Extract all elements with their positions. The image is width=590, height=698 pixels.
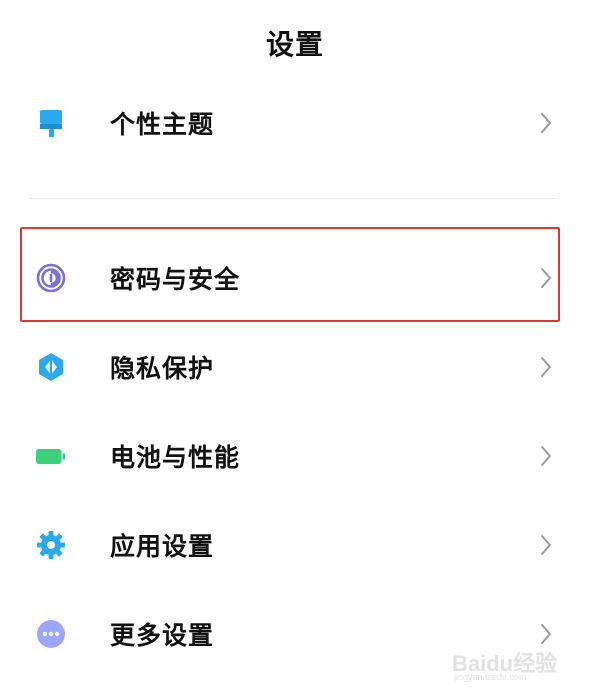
fingerprint-icon	[36, 263, 66, 293]
menu-item-label: 个性主题	[110, 110, 215, 139]
baidu-jingyan-watermark: Baidu经验 jingyan.baidu.com	[452, 644, 582, 684]
menu-item-privacy[interactable]: 隐私保护	[0, 332, 590, 402]
page-title: 设置	[265, 28, 324, 61]
menu-item-theme[interactable]: 个性主题	[0, 88, 590, 158]
menu-item-label: 更多设置	[110, 621, 215, 650]
section-divider	[30, 198, 558, 199]
gear-icon	[36, 530, 66, 560]
chevron-right-icon	[538, 622, 554, 646]
menu-item-app-settings[interactable]: 应用设置	[0, 510, 590, 580]
brush-icon	[36, 108, 66, 138]
chevron-right-icon	[538, 533, 554, 557]
chevron-right-icon	[538, 111, 554, 135]
chevron-right-icon	[538, 266, 554, 290]
privacy-shield-icon	[36, 352, 66, 382]
more-dots-icon	[36, 619, 66, 649]
battery-icon	[36, 441, 66, 471]
menu-item-label: 应用设置	[110, 532, 215, 561]
header: 设置	[0, 18, 590, 68]
menu-item-password-security[interactable]: 密码与安全	[0, 243, 590, 313]
menu-item-label: 隐私保护	[110, 354, 215, 383]
menu-item-battery[interactable]: 电池与性能	[0, 421, 590, 491]
menu-item-label: 密码与安全	[110, 265, 241, 294]
watermark-subtext: jingyan.baidu.com	[454, 672, 527, 682]
chevron-right-icon	[538, 444, 554, 468]
chevron-right-icon	[538, 355, 554, 379]
menu-item-label: 电池与性能	[110, 443, 241, 472]
